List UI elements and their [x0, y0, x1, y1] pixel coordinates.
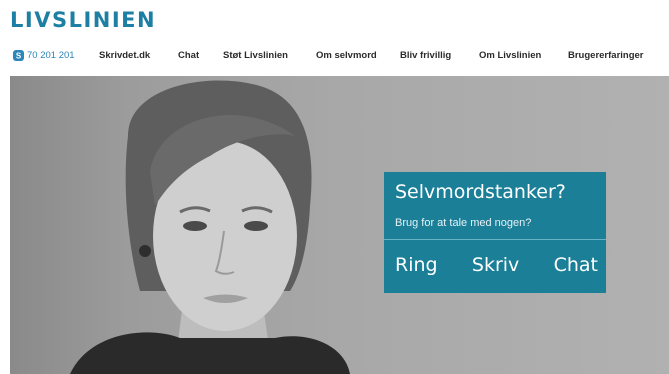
cta-chat-link[interactable]: Chat	[554, 254, 598, 276]
site-logo[interactable]: LIVSLINIEN	[10, 8, 156, 32]
nav-item-om-livslinien[interactable]: Om Livslinien	[479, 50, 541, 61]
phone-link[interactable]: S 70 201 201	[13, 50, 75, 61]
nav-item-om-selvmord[interactable]: Om selvmord	[316, 50, 377, 61]
cta-divider	[384, 239, 606, 240]
nav-item-stot-livslinien[interactable]: Støt Livslinien	[223, 50, 288, 61]
skype-phone-icon: S	[13, 50, 24, 61]
nav-item-bliv-frivillig[interactable]: Bliv frivillig	[400, 50, 451, 61]
cta-ring-link[interactable]: Ring	[395, 254, 438, 276]
phone-number: 70 201 201	[27, 50, 75, 61]
cta-skriv-link[interactable]: Skriv	[472, 254, 519, 276]
nav-item-chat[interactable]: Chat	[178, 50, 199, 61]
main-navigation: S 70 201 201 Skrivdet.dk Chat Støt Livsl…	[0, 48, 669, 66]
cta-subtitle: Brug for at tale med nogen?	[395, 217, 532, 229]
cta-headline: Selvmordstanker?	[395, 181, 566, 203]
nav-item-brugererfaringer[interactable]: Brugererfaringer	[568, 50, 644, 61]
portrait-image	[70, 80, 350, 374]
cta-box: Selvmordstanker? Brug for at tale med no…	[384, 172, 606, 293]
hero-banner: Selvmordstanker? Brug for at tale med no…	[10, 76, 669, 374]
svg-text:S: S	[16, 52, 22, 61]
cta-links: Ring Skriv Chat	[395, 254, 598, 276]
nav-item-skrivdet[interactable]: Skrivdet.dk	[99, 50, 150, 61]
